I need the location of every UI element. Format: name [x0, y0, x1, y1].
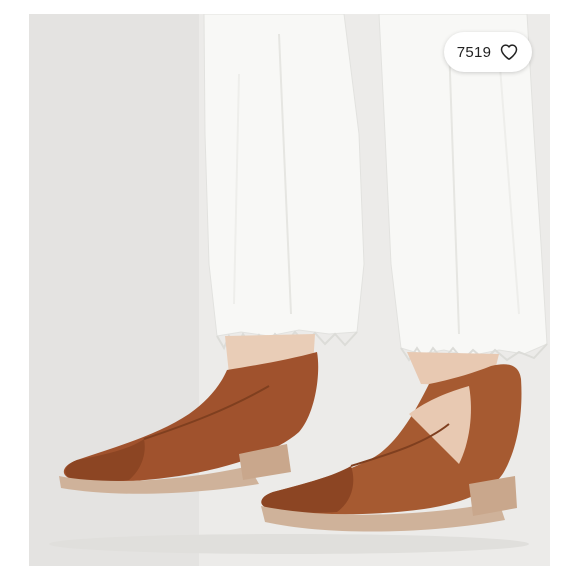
like-button[interactable]: 7519 [444, 32, 532, 72]
heart-outline-icon[interactable] [499, 42, 519, 62]
product-photo[interactable] [29, 14, 550, 566]
left-jeans-leg [203, 14, 365, 337]
floor-shadow [49, 534, 529, 554]
product-photo-illustration [29, 14, 550, 566]
like-count: 7519 [456, 43, 492, 61]
